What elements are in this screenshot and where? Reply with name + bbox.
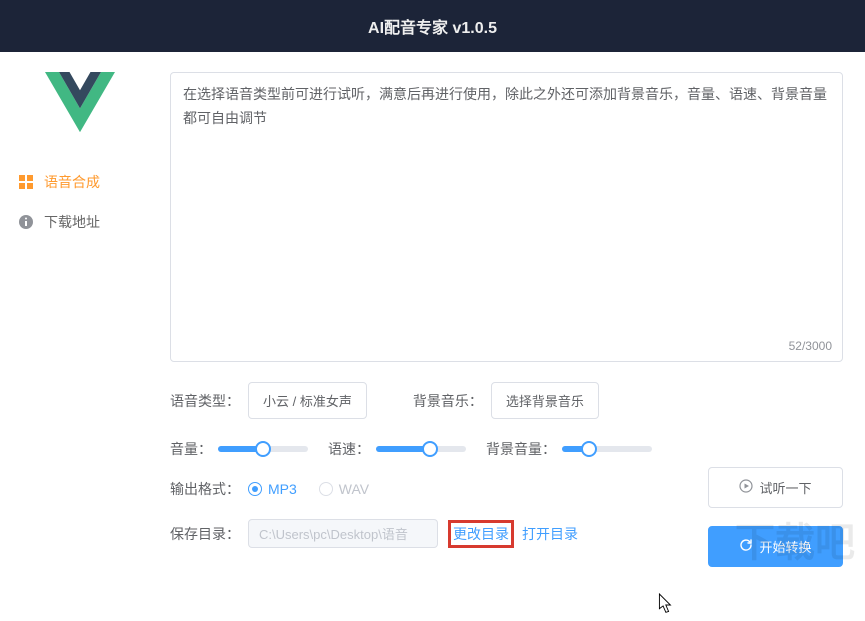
app-header: AI配音专家 v1.0.5 bbox=[0, 0, 865, 52]
convert-button[interactable]: 开始转换 bbox=[708, 526, 843, 567]
sidebar-item-voice-synthesis[interactable]: 语音合成 bbox=[0, 162, 160, 202]
volume-slider[interactable] bbox=[218, 446, 308, 452]
volume-label: 音量： bbox=[170, 439, 212, 459]
bg-music-label: 背景音乐： bbox=[413, 391, 483, 411]
char-count: 52/3000 bbox=[789, 339, 832, 353]
speed-label: 语速： bbox=[328, 439, 370, 459]
sidebar-item-label: 语音合成 bbox=[44, 172, 100, 192]
sidebar-item-download[interactable]: 下载地址 bbox=[0, 202, 160, 242]
play-icon bbox=[739, 479, 753, 496]
bg-music-select[interactable]: 选择背景音乐 bbox=[491, 382, 599, 419]
cursor-icon bbox=[653, 592, 675, 621]
speed-slider[interactable] bbox=[376, 446, 466, 452]
change-dir-link[interactable]: 更改目录 bbox=[453, 526, 509, 542]
text-input[interactable] bbox=[171, 73, 842, 361]
vue-logo-icon bbox=[45, 72, 115, 132]
radio-circle-icon bbox=[319, 482, 333, 496]
output-format-group: MP3 WAV bbox=[248, 481, 369, 497]
voice-type-select[interactable]: 小云 / 标准女声 bbox=[248, 382, 367, 419]
info-icon bbox=[18, 214, 34, 230]
radio-wav[interactable]: WAV bbox=[319, 481, 369, 497]
highlight-box: 更改目录 bbox=[448, 520, 514, 548]
main-panel: 52/3000 语音类型： 小云 / 标准女声 背景音乐： 选择背景音乐 音量：… bbox=[160, 52, 865, 578]
save-dir-label: 保存目录： bbox=[170, 524, 240, 544]
grid-icon bbox=[18, 174, 34, 190]
radio-circle-icon bbox=[248, 482, 262, 496]
bg-volume-slider[interactable] bbox=[562, 446, 652, 452]
radio-mp3[interactable]: MP3 bbox=[248, 481, 297, 497]
voice-type-label: 语音类型： bbox=[170, 391, 240, 411]
refresh-icon bbox=[739, 538, 753, 555]
preview-button[interactable]: 试听一下 bbox=[708, 467, 843, 508]
open-dir-link[interactable]: 打开目录 bbox=[522, 524, 578, 544]
bg-volume-label: 背景音量： bbox=[486, 439, 556, 459]
save-dir-input bbox=[248, 519, 438, 548]
output-format-label: 输出格式： bbox=[170, 479, 240, 499]
text-input-wrap: 52/3000 bbox=[170, 72, 843, 362]
app-title: AI配音专家 v1.0.5 bbox=[368, 20, 497, 37]
sidebar: 语音合成 下载地址 bbox=[0, 52, 160, 578]
sidebar-item-label: 下载地址 bbox=[44, 212, 100, 232]
